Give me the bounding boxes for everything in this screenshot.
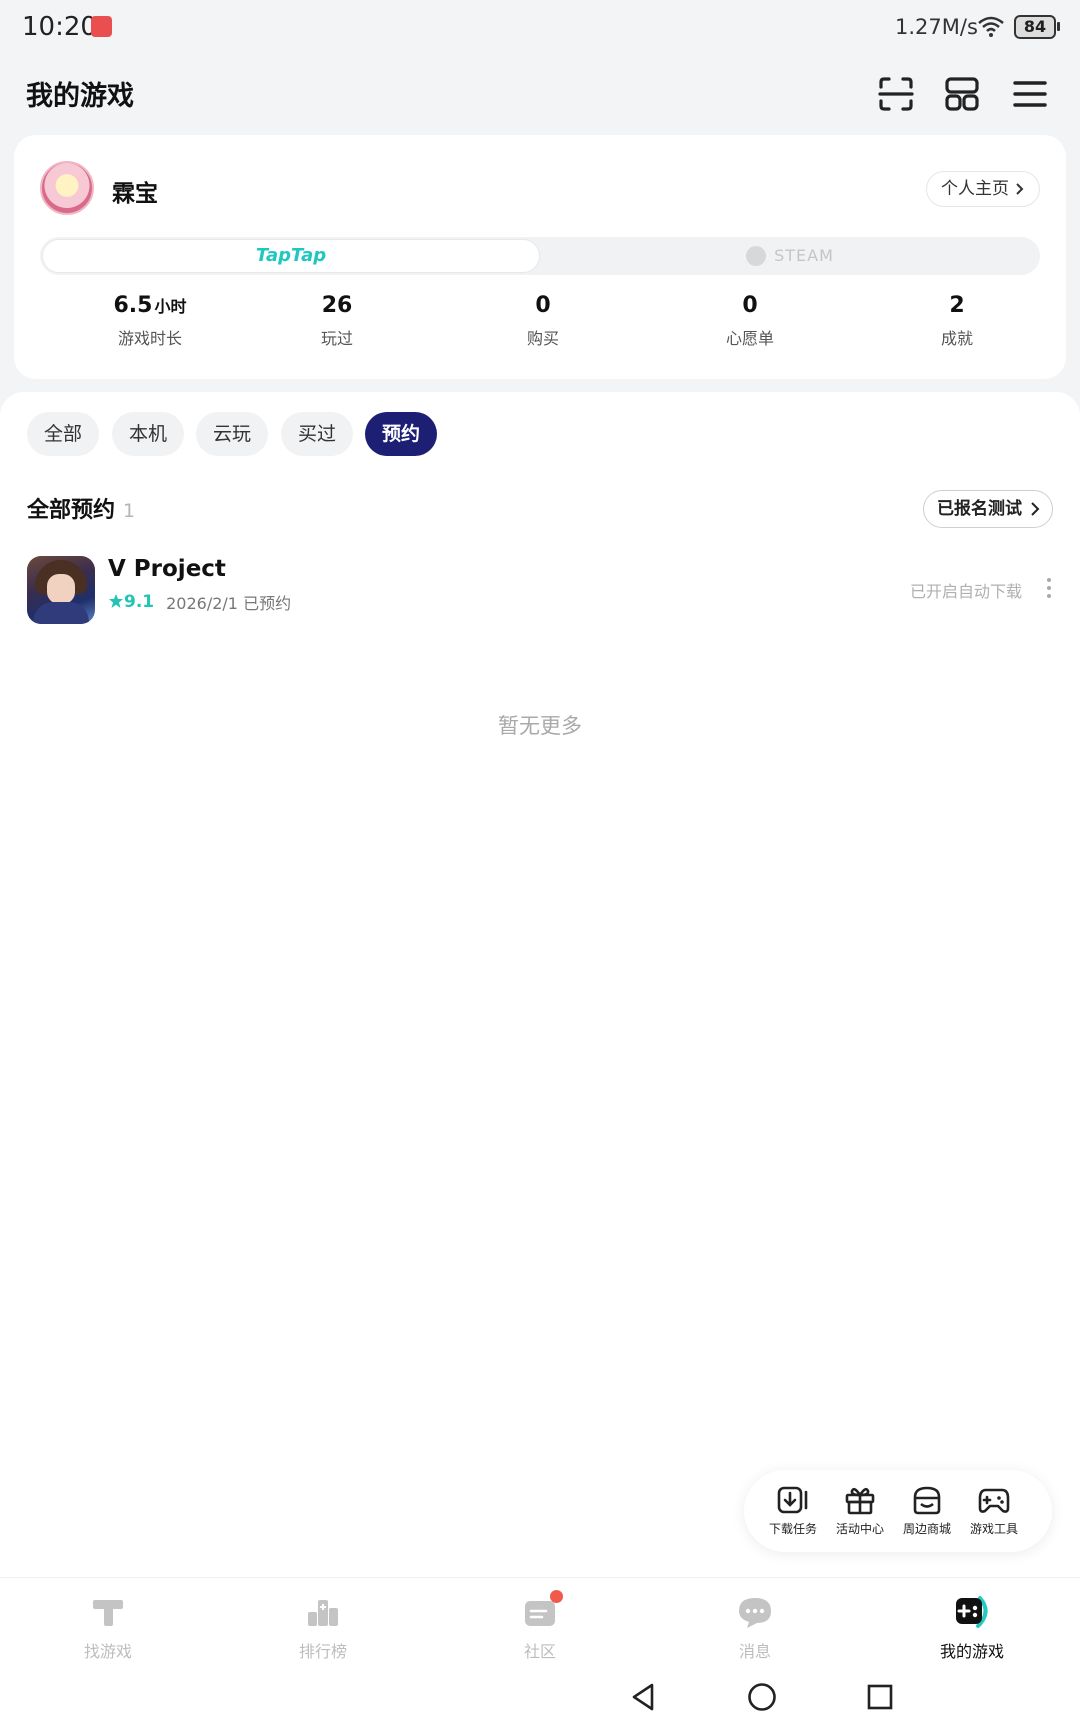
- steam-label: STEAM: [774, 246, 834, 265]
- my-games-icon: [956, 1596, 988, 1628]
- download-tasks-button[interactable]: 下载任务: [760, 1484, 826, 1537]
- game-meta: 9.1 2026/2/1 已预约: [108, 590, 291, 614]
- bottom-nav: 找游戏 排行榜 社区 消息 我的游戏: [0, 1577, 1080, 1669]
- stat-played[interactable]: 26 玩过: [257, 293, 417, 349]
- taptap-logo-icon: [93, 1600, 123, 1626]
- nav-item-community[interactable]: 社区: [480, 1590, 600, 1662]
- filter-chip-bought[interactable]: 买过: [281, 412, 354, 456]
- recents-icon[interactable]: [864, 1681, 896, 1713]
- profile-card: 霖宝 个人主页 TapTap STEAM 6.5 小时 游戏时长 26 玩过 0 …: [14, 135, 1066, 379]
- wifi-icon: [978, 16, 1004, 37]
- nav-label: 消息: [738, 1642, 771, 1661]
- nav-item-discover[interactable]: 找游戏: [48, 1592, 168, 1662]
- signed-test-button[interactable]: 已报名测试: [923, 490, 1053, 528]
- stat-value: 2: [949, 293, 965, 318]
- stat-value: 6.5: [113, 293, 153, 318]
- battery-icon: 84: [1014, 15, 1056, 39]
- stat-value: 0: [742, 293, 758, 318]
- notification-app-icon: [91, 16, 112, 37]
- empty-text: 暂无更多: [498, 714, 582, 738]
- tab-taptap[interactable]: TapTap: [42, 239, 540, 273]
- steam-icon: [746, 246, 767, 266]
- rating-value: 9.1: [124, 592, 155, 612]
- stats-row: 6.5 小时 游戏时长 26 玩过 0 购买 0 心愿单 2 成就: [14, 293, 1066, 357]
- menu-icon[interactable]: [1010, 74, 1050, 114]
- network-speed: 1.27M/s: [895, 15, 978, 39]
- page-title: 我的游戏: [26, 81, 134, 112]
- stat-achievements[interactable]: 2 成就: [877, 293, 1037, 349]
- nav-item-messages[interactable]: 消息: [695, 1592, 815, 1662]
- personal-homepage-button[interactable]: 个人主页: [926, 171, 1040, 207]
- game-tools-button[interactable]: 游戏工具: [961, 1484, 1027, 1537]
- signed-test-label: 已报名测试: [937, 498, 1022, 519]
- quick-tools-bar: 下载任务 活动中心 周边商城 游戏工具: [744, 1470, 1052, 1552]
- stat-value: 0: [535, 293, 551, 318]
- nav-label: 找游戏: [83, 1642, 132, 1661]
- username: 霖宝: [112, 181, 158, 207]
- grid-layout-icon[interactable]: [942, 74, 982, 114]
- auto-download-status: 已开启自动下载: [909, 582, 1022, 601]
- message-icon: [739, 1598, 771, 1628]
- star-icon: [109, 594, 123, 608]
- chevron-right-icon: [1031, 502, 1040, 516]
- section-title: 全部预约 1: [27, 492, 135, 524]
- status-bar: 10:20 1.27M/s 84: [0, 0, 1080, 56]
- section-title-text: 全部预约: [27, 498, 116, 523]
- game-name: V Project: [108, 556, 226, 582]
- section-count: 1: [123, 500, 136, 522]
- content-sheet: 全部 本机 云玩 买过 预约 全部预约 1 已报名测试 V Project 9.1…: [0, 392, 1080, 1577]
- stat-label: 玩过: [320, 329, 353, 348]
- more-options-icon[interactable]: [1046, 576, 1052, 600]
- stat-wishlist[interactable]: 0 心愿单: [670, 293, 830, 349]
- home-icon[interactable]: [746, 1681, 778, 1713]
- nav-label: 我的游戏: [939, 1642, 1004, 1661]
- rating: 9.1: [108, 592, 154, 612]
- notification-badge: [550, 1590, 563, 1603]
- stat-play-time[interactable]: 6.5 小时 游戏时长: [70, 293, 230, 349]
- system-nav-bar: [0, 1669, 1080, 1728]
- toolbar-label: 下载任务: [768, 1522, 817, 1536]
- toolbar-label: 游戏工具: [969, 1522, 1018, 1536]
- nav-item-my-games[interactable]: 我的游戏: [912, 1592, 1032, 1662]
- homepage-label: 个人主页: [941, 178, 1009, 199]
- filter-chip-cloud[interactable]: 云玩: [196, 412, 269, 456]
- gift-icon: [845, 1487, 875, 1515]
- avatar[interactable]: [40, 161, 94, 215]
- back-icon[interactable]: [628, 1681, 660, 1713]
- stat-label: 心愿单: [725, 329, 774, 348]
- store-icon: [913, 1486, 941, 1515]
- download-icon: [777, 1486, 808, 1514]
- nav-label: 排行榜: [298, 1642, 347, 1661]
- filter-chip-all[interactable]: 全部: [27, 412, 100, 456]
- nav-label: 社区: [523, 1642, 556, 1661]
- stat-label: 购买: [526, 329, 559, 348]
- gamepad-icon: [978, 1488, 1010, 1513]
- toolbar-label: 周边商城: [902, 1522, 951, 1536]
- chevron-right-icon: [1016, 183, 1024, 195]
- status-time: 10:20: [22, 12, 97, 42]
- toolbar-label: 活动中心: [835, 1522, 884, 1536]
- stat-purchased[interactable]: 0 购买: [463, 293, 623, 349]
- stat-unit: 小时: [154, 297, 187, 316]
- ranking-icon: [308, 1600, 338, 1626]
- reserve-date: 2026/2/1 已预约: [166, 594, 292, 613]
- scan-icon[interactable]: [876, 74, 916, 114]
- stat-label: 游戏时长: [117, 329, 182, 348]
- game-icon[interactable]: [27, 556, 95, 624]
- filter-chip-reserved[interactable]: 预约: [365, 412, 438, 456]
- nav-item-ranking[interactable]: 排行榜: [263, 1592, 383, 1662]
- battery-cap: [1057, 22, 1060, 31]
- activity-center-button[interactable]: 活动中心: [827, 1484, 893, 1537]
- stat-label: 成就: [940, 329, 973, 348]
- filter-chip-local[interactable]: 本机: [112, 412, 185, 456]
- list-item[interactable]: V Project 9.1 2026/2/1 已预约 已开启自动下载: [0, 556, 1080, 630]
- tab-steam[interactable]: STEAM: [542, 239, 1038, 273]
- stat-value: 26: [321, 293, 353, 318]
- platform-switch: TapTap STEAM: [40, 237, 1040, 275]
- merch-store-button[interactable]: 周边商城: [894, 1484, 960, 1537]
